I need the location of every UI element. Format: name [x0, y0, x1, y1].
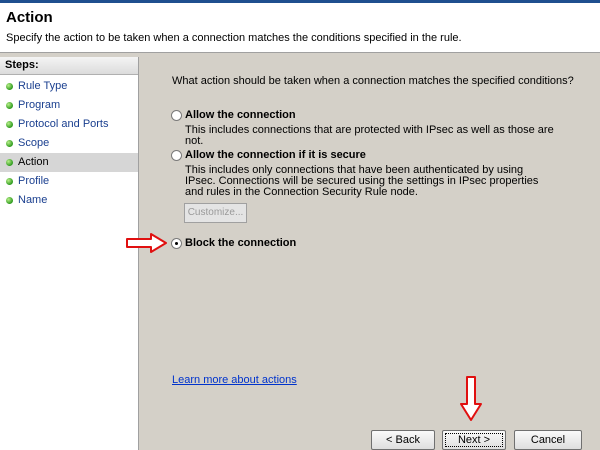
- step-name[interactable]: Name: [0, 191, 138, 210]
- red-arrow-icon: [460, 376, 482, 421]
- red-arrow-icon: [126, 233, 167, 253]
- green-dot-icon: [6, 140, 13, 147]
- step-label: Scope: [18, 137, 50, 149]
- allow-connection-radio[interactable]: [171, 110, 182, 121]
- page-title: Action: [6, 9, 53, 26]
- customize-button[interactable]: Customize...: [184, 203, 247, 223]
- option-description: This includes connections that are prote…: [185, 124, 554, 147]
- step-label: Profile: [18, 175, 50, 187]
- step-label: Action: [18, 156, 49, 168]
- cancel-button[interactable]: Cancel: [514, 430, 582, 450]
- green-dot-icon: [6, 121, 13, 128]
- green-dot-icon: [6, 83, 13, 90]
- step-program[interactable]: Program: [0, 96, 138, 115]
- step-action[interactable]: Action: [0, 153, 138, 172]
- block-connection-radio[interactable]: [171, 238, 182, 249]
- step-label: Protocol and Ports: [18, 118, 109, 130]
- page-header: Action Specify the action to be taken wh…: [0, 3, 600, 53]
- option-label[interactable]: Allow the connection if it is secure: [185, 149, 366, 161]
- step-protocol-and-ports[interactable]: Protocol and Ports: [0, 115, 138, 134]
- steps-heading: Steps:: [0, 57, 138, 75]
- next-button[interactable]: Next >: [442, 430, 506, 450]
- main-panel: What action should be taken when a conne…: [142, 57, 600, 450]
- option-label[interactable]: Allow the connection: [185, 109, 296, 121]
- green-dot-icon: [6, 197, 13, 204]
- steps-panel: Steps: Rule Type Program Protocol and Po…: [0, 57, 139, 450]
- page-subtitle: Specify the action to be taken when a co…: [6, 32, 462, 44]
- step-label: Rule Type: [18, 80, 68, 92]
- back-button[interactable]: < Back: [371, 430, 435, 450]
- action-question: What action should be taken when a conne…: [172, 75, 574, 87]
- green-dot-icon: [6, 102, 13, 109]
- step-scope[interactable]: Scope: [0, 134, 138, 153]
- learn-more-link[interactable]: Learn more about actions: [172, 374, 297, 386]
- step-label: Program: [18, 99, 61, 111]
- step-label: Name: [18, 194, 48, 206]
- step-profile[interactable]: Profile: [0, 172, 138, 191]
- step-rule-type[interactable]: Rule Type: [0, 77, 138, 96]
- allow-if-secure-radio[interactable]: [171, 150, 182, 161]
- option-description: This includes only connections that have…: [185, 164, 539, 198]
- option-label[interactable]: Block the connection: [185, 237, 296, 249]
- green-dot-icon: [6, 178, 13, 185]
- green-dot-icon: [6, 159, 13, 166]
